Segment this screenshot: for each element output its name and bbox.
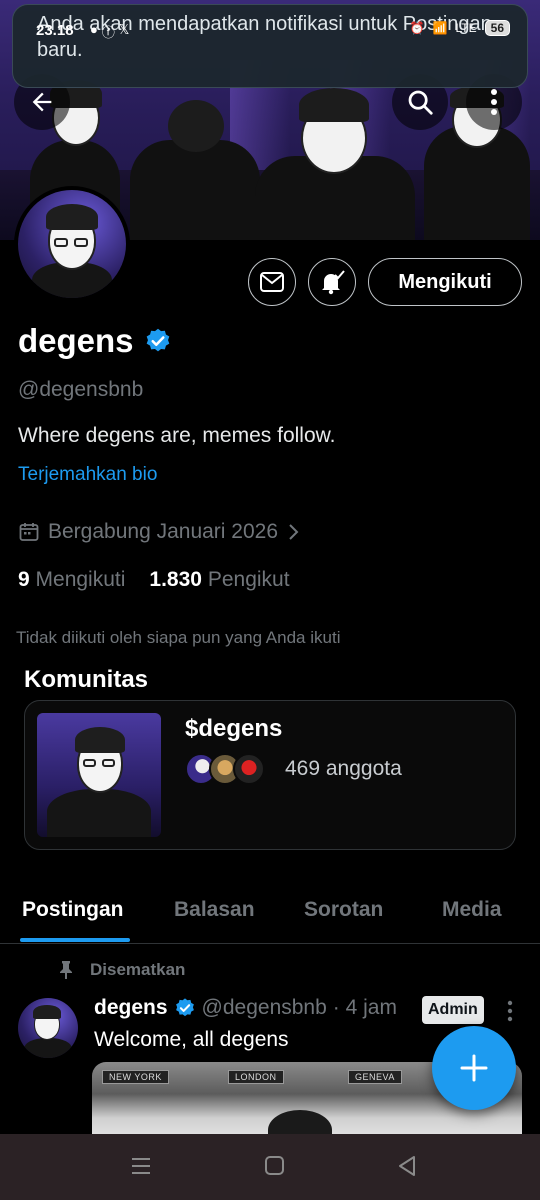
post-time: · 4 jam bbox=[332, 996, 397, 1019]
media-sign: GENEVA bbox=[348, 1070, 402, 1084]
followers-stat[interactable]: 1.830 Pengikut bbox=[149, 568, 289, 592]
community-section-title: Komunitas bbox=[24, 666, 149, 693]
search-icon bbox=[408, 90, 433, 115]
status-system-icons: ⏰ 📶 LTE 56 bbox=[410, 20, 510, 36]
plus-icon bbox=[460, 1054, 488, 1082]
not-followed-text: Tidak diikuti oleh siapa pun yang Anda i… bbox=[16, 628, 341, 647]
media-sign: LONDON bbox=[228, 1070, 284, 1084]
battery-icon: 56 bbox=[484, 20, 510, 36]
following-label: Mengikuti bbox=[35, 568, 126, 591]
admin-badge: Admin bbox=[422, 996, 484, 1024]
chevron-right-icon bbox=[289, 524, 299, 540]
post-author-name[interactable]: degens bbox=[94, 996, 168, 1020]
community-member-count: 469 anggota bbox=[285, 757, 402, 780]
active-tab-indicator bbox=[20, 938, 130, 942]
joined-date-row[interactable]: Bergabung Januari 2026 bbox=[18, 520, 302, 544]
community-members: 469 anggota bbox=[185, 753, 402, 785]
bell-check-icon bbox=[322, 270, 345, 295]
post-more-button[interactable] bbox=[500, 998, 520, 1029]
post-author-handle[interactable]: @degensbnb bbox=[202, 996, 327, 1020]
arrow-left-icon bbox=[32, 92, 52, 112]
post-text: Welcome, all degens bbox=[94, 1028, 289, 1051]
status-time: 23.18 bbox=[36, 22, 74, 39]
facebook-icon: ⓕ bbox=[101, 25, 115, 40]
status-bar: 23.18 ● ⓕ 𝕏 ⏰ 📶 LTE 56 bbox=[0, 0, 540, 44]
followers-label: Pengikut bbox=[207, 568, 290, 591]
following-count: 9 bbox=[18, 568, 30, 591]
following-button[interactable]: Mengikuti bbox=[368, 258, 522, 306]
wifi-icon: 📶 bbox=[432, 21, 448, 35]
tab-highlights[interactable]: Sorotan bbox=[304, 898, 383, 922]
notification-dot-icon: ● bbox=[90, 22, 98, 37]
compose-button[interactable] bbox=[432, 1026, 516, 1110]
more-vertical-icon bbox=[507, 1000, 513, 1022]
member-avatar bbox=[233, 753, 265, 785]
more-vertical-icon bbox=[491, 89, 497, 115]
profile-bio: Where degens are, memes follow. bbox=[18, 424, 336, 447]
profile-handle: @degensbnb bbox=[18, 378, 144, 401]
profile-tabs: Postingan Balasan Sorotan Media bbox=[0, 880, 540, 944]
post-author-avatar[interactable] bbox=[18, 998, 78, 1058]
following-stat[interactable]: 9 Mengikuti bbox=[18, 568, 125, 592]
media-sign: NEW YORK bbox=[102, 1070, 169, 1084]
pin-icon bbox=[60, 961, 72, 979]
mail-icon bbox=[260, 272, 284, 292]
alarm-icon: ⏰ bbox=[409, 21, 425, 35]
followers-count: 1.830 bbox=[149, 568, 202, 591]
back-nav-icon[interactable] bbox=[396, 1154, 418, 1178]
system-nav-bar bbox=[0, 1134, 540, 1200]
community-card[interactable]: $degens 469 anggota bbox=[24, 700, 516, 850]
community-name: $degens bbox=[185, 715, 283, 742]
tab-media[interactable]: Media bbox=[442, 898, 502, 922]
tab-posts[interactable]: Postingan bbox=[22, 898, 124, 922]
follow-stats: 9 Mengikuti 1.830 Pengikut bbox=[18, 568, 290, 592]
pinned-label: Disematkan bbox=[90, 960, 186, 979]
recent-apps-icon[interactable] bbox=[130, 1154, 152, 1178]
network-label: LTE bbox=[455, 21, 477, 35]
calendar-icon bbox=[19, 523, 39, 541]
profile-name-row: degens bbox=[18, 322, 172, 360]
status-app-icons: ● ⓕ 𝕏 bbox=[90, 22, 129, 41]
community-image bbox=[37, 713, 161, 837]
tab-replies[interactable]: Balasan bbox=[174, 898, 255, 922]
verified-badge-icon bbox=[175, 998, 194, 1017]
message-button[interactable] bbox=[248, 258, 296, 306]
pinned-label-row: Disematkan bbox=[58, 960, 185, 980]
profile-name: degens bbox=[18, 322, 134, 359]
profile-avatar[interactable] bbox=[14, 186, 130, 302]
home-icon[interactable] bbox=[264, 1154, 286, 1178]
x-icon: 𝕏 bbox=[118, 22, 130, 37]
verified-badge-icon[interactable] bbox=[144, 327, 172, 355]
post-header: degens @degensbnb · 4 jam bbox=[94, 996, 397, 1020]
translate-bio-link[interactable]: Terjemahkan bio bbox=[18, 464, 157, 486]
notify-button[interactable] bbox=[308, 258, 356, 306]
joined-date: Bergabung Januari 2026 bbox=[48, 520, 279, 543]
